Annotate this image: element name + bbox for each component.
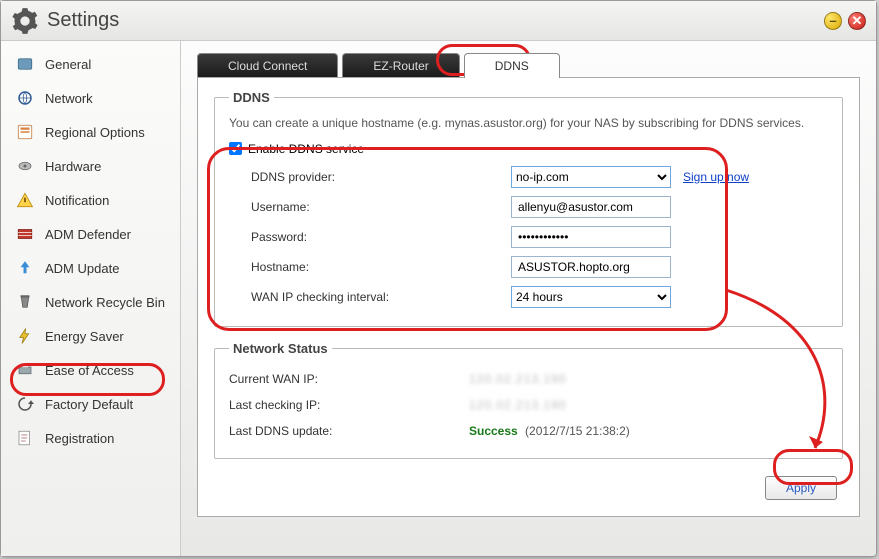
password-input[interactable] [511,226,671,248]
sidebar-item-label: Network [45,91,93,106]
apply-button[interactable]: Apply [765,476,837,500]
ddns-legend: DDNS [229,90,274,105]
energy-icon [15,326,35,346]
username-input[interactable] [511,196,671,218]
close-button[interactable]: ✕ [848,12,866,30]
sidebar-item-network[interactable]: Network [1,81,180,115]
sidebar-item-label: Hardware [45,159,101,174]
titlebar: Settings – ✕ [1,1,876,41]
registration-icon [15,428,35,448]
last-ddns-date: (2012/7/15 21:38:2) [525,424,630,438]
sidebar: General Network Regional Options Hardwar… [1,41,181,556]
network-status-group: Network Status Current WAN IP: 120.02.21… [214,341,843,459]
ddns-description: You can create a unique hostname (e.g. m… [229,115,828,132]
provider-select[interactable]: no-ip.com [511,166,671,188]
sidebar-item-label: Registration [45,431,114,446]
interval-label: WAN IP checking interval: [251,290,511,304]
general-icon [15,54,35,74]
wan-ip-label: Current WAN IP: [229,372,469,386]
sidebar-item-ease-of-access[interactable]: Ease of Access [1,353,180,387]
sidebar-item-label: Energy Saver [45,329,124,344]
window-title: Settings [47,9,818,32]
tabs: Cloud Connect EZ-Router DDNS [197,53,860,78]
sidebar-item-general[interactable]: General [1,47,180,81]
tab-ddns[interactable]: DDNS [464,53,560,78]
sidebar-item-registration[interactable]: Registration [1,421,180,455]
sidebar-item-adm-defender[interactable]: ADM Defender [1,217,180,251]
sidebar-item-label: Regional Options [45,125,145,140]
sidebar-item-label: Network Recycle Bin [45,295,165,310]
sidebar-item-energy[interactable]: Energy Saver [1,319,180,353]
sign-up-link[interactable]: Sign up now [683,170,749,184]
enable-ddns-label: Enable DDNS service [248,142,364,156]
tab-ez-router[interactable]: EZ-Router [342,53,459,78]
last-ddns-label: Last DDNS update: [229,424,469,438]
minimize-button[interactable]: – [824,12,842,30]
interval-select[interactable]: 24 hours [511,286,671,308]
network-status-legend: Network Status [229,341,332,356]
last-ddns-status: Success [469,424,518,438]
sidebar-item-hardware[interactable]: Hardware [1,149,180,183]
main-panel: DDNS You can create a unique hostname (e… [197,77,860,517]
recycle-icon [15,292,35,312]
provider-label: DDNS provider: [251,170,511,184]
sidebar-item-label: ADM Defender [45,227,131,242]
password-label: Password: [251,230,511,244]
sidebar-item-regional[interactable]: Regional Options [1,115,180,149]
sidebar-item-notification[interactable]: Notification [1,183,180,217]
sidebar-item-factory-default[interactable]: Factory Default [1,387,180,421]
defender-icon [15,224,35,244]
factory-default-icon [15,394,35,414]
hostname-label: Hostname: [251,260,511,274]
sidebar-item-adm-update[interactable]: ADM Update [1,251,180,285]
enable-ddns-checkbox[interactable] [229,142,242,155]
sidebar-item-label: Ease of Access [45,363,134,378]
gear-icon [11,7,39,35]
printer-icon [15,360,35,380]
hardware-icon [15,156,35,176]
sidebar-item-label: Factory Default [45,397,133,412]
last-ip-label: Last checking IP: [229,398,469,412]
hostname-input[interactable] [511,256,671,278]
username-label: Username: [251,200,511,214]
wan-ip-value: 120.02.213.190 [469,372,566,386]
content: Cloud Connect EZ-Router DDNS DDNS You ca… [181,41,876,556]
update-icon [15,258,35,278]
sidebar-item-label: Notification [45,193,109,208]
ddns-group: DDNS You can create a unique hostname (e… [214,90,843,327]
network-icon [15,88,35,108]
sidebar-item-label: General [45,57,91,72]
tab-cloud-connect[interactable]: Cloud Connect [197,53,338,78]
notification-icon [15,190,35,210]
sidebar-item-label: ADM Update [45,261,119,276]
last-ip-value: 120.02.213.190 [469,398,566,412]
regional-icon [15,122,35,142]
sidebar-item-recycle[interactable]: Network Recycle Bin [1,285,180,319]
